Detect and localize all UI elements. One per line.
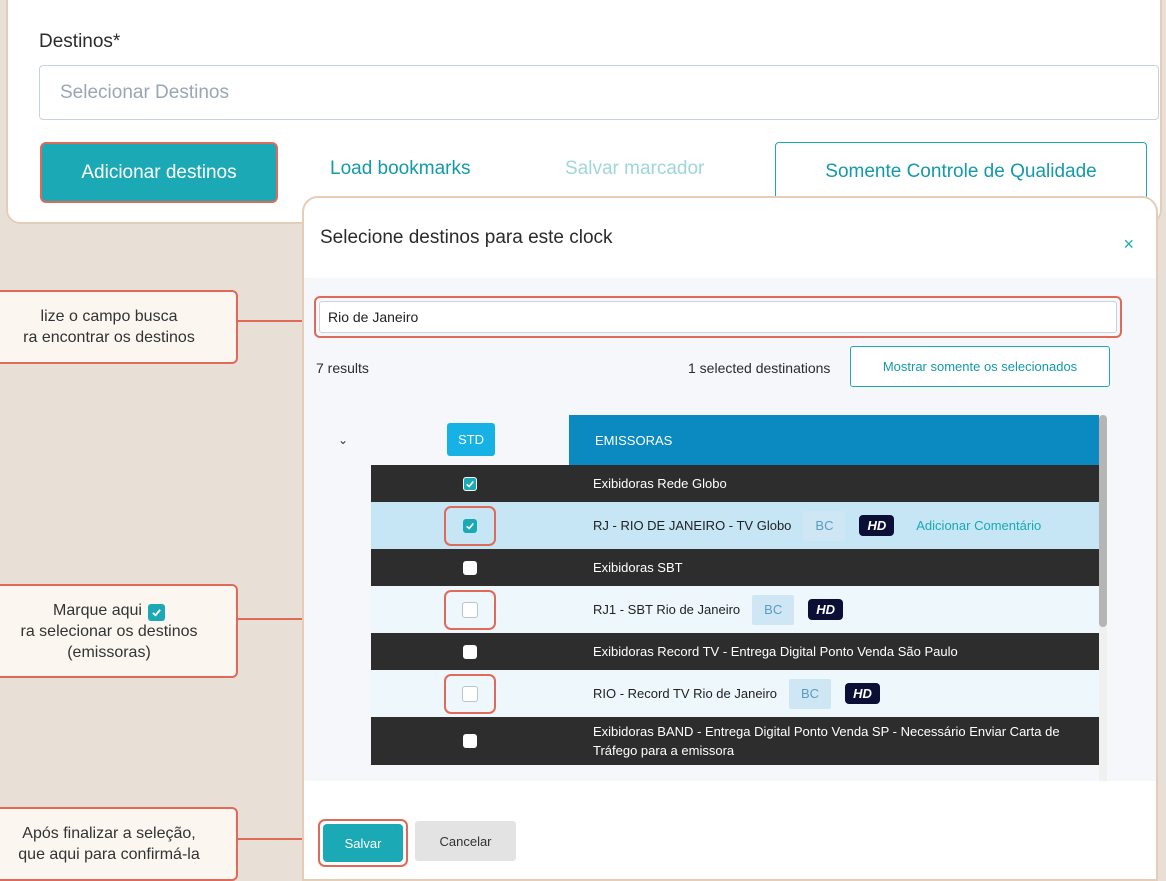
destination-row: RJ - RIO DE JANEIRO - TV Globo BC HD Adi… xyxy=(371,502,1099,549)
bc-badge: BC xyxy=(803,510,846,541)
emissoras-column-header: EMISSORAS xyxy=(569,415,1099,465)
destination-checkbox[interactable] xyxy=(462,601,478,618)
checkbox-callout: Marque aqui ra selecionar os destinos (e… xyxy=(0,584,238,678)
callout-text: que aqui para confirmá-la xyxy=(18,846,200,863)
group-checkbox[interactable] xyxy=(463,560,477,575)
destination-row: RIO - Record TV Rio de Janeiro BC HD xyxy=(371,670,1099,717)
group-label: Exibidoras Rede Globo xyxy=(593,476,727,491)
add-destinations-button[interactable]: Adicionar destinos xyxy=(40,142,278,203)
bc-badge: BC xyxy=(789,678,832,709)
destinations-label: Destinos* xyxy=(39,31,121,52)
group-checkbox[interactable] xyxy=(463,734,477,748)
chevron-down-icon[interactable]: ⌄ xyxy=(338,433,348,447)
destination-label: RJ1 - SBT Rio de Janeiro xyxy=(593,602,741,617)
checkbox-highlight xyxy=(444,589,496,630)
callout-text: ra selecionar os destinos xyxy=(20,622,198,640)
modal-footer: Salvar Cancelar xyxy=(304,781,1156,879)
check-icon xyxy=(147,603,165,621)
destination-checkbox[interactable] xyxy=(462,685,478,702)
save-button[interactable]: Salvar xyxy=(323,824,403,862)
destination-checkbox[interactable] xyxy=(463,518,477,533)
quality-control-only-button[interactable]: Somente Controle de Qualidade xyxy=(775,142,1147,202)
bc-badge: BC xyxy=(752,594,795,625)
load-bookmarks-button[interactable]: Load bookmarks xyxy=(330,158,470,180)
destination-label: RJ - RIO DE JANEIRO - TV Globo xyxy=(593,518,792,533)
close-icon[interactable]: × xyxy=(1123,234,1134,255)
std-button[interactable]: STD xyxy=(447,423,495,456)
group-row: Exibidoras Record TV - Entrega Digital P… xyxy=(371,633,1099,670)
scroll-thumb[interactable] xyxy=(1099,415,1107,627)
hd-badge: HD xyxy=(808,599,844,620)
callout-text: Após finalizar a seleção, xyxy=(22,825,196,842)
destinations-list: Exibidoras Rede Globo RJ - RIO DE JANEIR… xyxy=(371,465,1099,765)
save-bookmark-button[interactable]: Salvar marcador xyxy=(565,158,704,180)
modal-title: Selecione destinos para este clock xyxy=(320,227,613,248)
save-callout: Após finalizar a seleção, que aqui para … xyxy=(0,807,238,881)
modal-body: Rio de Janeiro 7 results 1 selected dest… xyxy=(304,278,1156,782)
save-highlight: Salvar xyxy=(318,819,408,867)
group-label: Exibidoras Record TV - Entrega Digital P… xyxy=(593,644,958,659)
results-count: 7 results xyxy=(316,360,369,376)
search-highlight: Rio de Janeiro xyxy=(314,296,1122,338)
search-input[interactable]: Rio de Janeiro xyxy=(319,301,1117,333)
group-row: Exibidoras Rede Globo xyxy=(371,465,1099,502)
destinations-form-card: Destinos* Selecionar Destinos Adicionar … xyxy=(6,0,1162,224)
hd-badge: HD xyxy=(859,515,895,536)
group-row: Exibidoras BAND - Entrega Digital Ponto … xyxy=(371,717,1099,765)
list-scrollbar[interactable] xyxy=(1099,415,1107,782)
cancel-button[interactable]: Cancelar xyxy=(415,821,516,861)
callout-text: ra encontrar os destinos xyxy=(23,329,195,346)
hd-badge: HD xyxy=(845,683,880,704)
group-label: Exibidoras SBT xyxy=(593,560,683,575)
add-comment-link[interactable]: Adicionar Comentário xyxy=(916,518,1041,533)
group-row: Exibidoras SBT xyxy=(371,549,1099,586)
group-checkbox[interactable] xyxy=(463,644,477,659)
destination-label: RIO - Record TV Rio de Janeiro xyxy=(593,686,777,701)
checkbox-highlight xyxy=(444,673,496,714)
select-destinations-modal: Selecione destinos para este clock × Rio… xyxy=(302,196,1158,881)
group-checkbox[interactable] xyxy=(463,476,477,491)
callout-text: (emissoras) xyxy=(67,643,151,661)
callout-text: lize o campo busca xyxy=(40,308,178,325)
selected-count: 1 selected destinations xyxy=(688,360,831,376)
group-label: Exibidoras BAND - Entrega Digital Ponto … xyxy=(593,724,1060,758)
show-selected-only-button[interactable]: Mostrar somente os selecionados xyxy=(850,346,1110,387)
destination-row: RJ1 - SBT Rio de Janeiro BC HD xyxy=(371,586,1099,633)
callout-text: Marque aqui xyxy=(0,600,236,621)
search-callout: lize o campo busca ra encontrar os desti… xyxy=(0,290,238,364)
checkbox-highlight xyxy=(444,505,496,546)
destinations-input[interactable]: Selecionar Destinos xyxy=(39,65,1159,120)
